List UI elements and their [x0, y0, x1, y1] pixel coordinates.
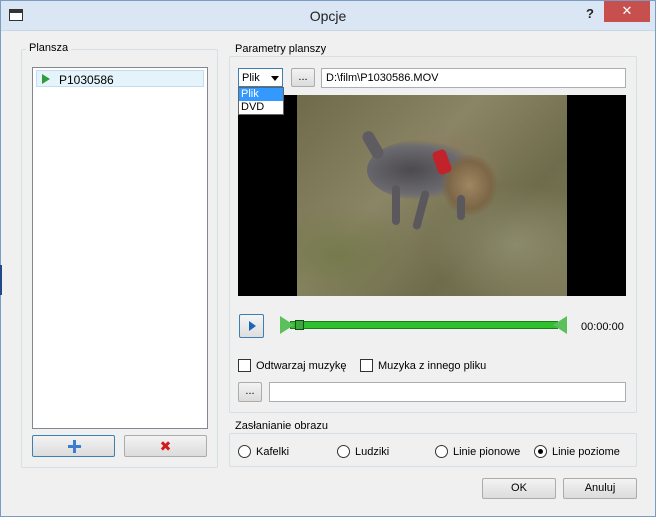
board-list[interactable]: P1030586	[32, 67, 208, 429]
remove-board-button[interactable]: ✖	[124, 435, 207, 457]
radio-kafelki[interactable]	[238, 445, 251, 458]
range-start-handle[interactable]	[280, 316, 294, 334]
play-button[interactable]	[239, 314, 264, 338]
close-button[interactable]: ✕	[604, 1, 650, 22]
timeline-track[interactable]	[290, 321, 558, 329]
plus-icon	[67, 440, 81, 453]
params-group-title: Parametry planszy	[232, 43, 330, 55]
timeline-slider[interactable]	[280, 314, 568, 336]
video-frame	[297, 95, 567, 296]
source-dropdown: Plik DVD	[238, 87, 284, 115]
list-item[interactable]: P1030586	[36, 70, 204, 87]
music-other-file-label[interactable]: Muzyka z innego pliku	[378, 360, 486, 372]
music-other-file-checkbox[interactable]	[360, 359, 373, 372]
cover-group-title: Zasłanianie obrazu	[232, 420, 331, 432]
radio-linie-poziome[interactable]	[534, 445, 547, 458]
cancel-button[interactable]: Anuluj	[563, 478, 637, 499]
time-readout: 00:00:00	[581, 321, 624, 333]
dog-leg	[392, 185, 400, 225]
radio-linie-poziome-label[interactable]: Linie poziome	[552, 446, 620, 458]
radio-ludziki[interactable]	[337, 445, 350, 458]
playhead-thumb[interactable]	[295, 320, 304, 330]
radio-linie-pionowe-label[interactable]: Linie pionowe	[453, 446, 520, 458]
dog-tail	[360, 129, 386, 161]
dropdown-option-dvd[interactable]: DVD	[239, 101, 283, 114]
radio-ludziki-label[interactable]: Ludziki	[355, 446, 389, 458]
source-combo[interactable]: Plik	[238, 68, 283, 87]
window-edge-marker	[0, 265, 2, 295]
add-board-button[interactable]	[32, 435, 115, 457]
radio-kafelki-label[interactable]: Kafelki	[256, 446, 289, 458]
browse-file-button[interactable]: ...	[291, 68, 315, 87]
video-preview	[238, 95, 626, 296]
file-path-field[interactable]: D:\film\P1030586.MOV	[321, 68, 626, 88]
board-group-title: Plansza	[26, 42, 72, 54]
range-end-handle[interactable]	[553, 316, 567, 334]
play-music-checkbox[interactable]	[238, 359, 251, 372]
window-title: Opcje	[309, 8, 347, 24]
dog-leg	[457, 195, 465, 220]
dropdown-option-plik[interactable]: Plik	[239, 88, 283, 101]
play-music-label[interactable]: Odtwarzaj muzykę	[256, 360, 346, 372]
play-icon	[249, 321, 256, 331]
help-button[interactable]: ?	[580, 5, 600, 25]
x-icon: ✖	[159, 438, 172, 454]
chevron-down-icon	[271, 76, 279, 81]
title-bar[interactable]: Opcje ? ✕	[1, 1, 655, 31]
options-dialog: Opcje ? ✕ Plansza P1030586 ✖ Parametry p…	[0, 0, 656, 517]
play-icon	[42, 74, 50, 84]
source-combo-value: Plik	[242, 72, 260, 84]
radio-linie-pionowe[interactable]	[435, 445, 448, 458]
music-path-field[interactable]	[269, 382, 626, 402]
ok-button[interactable]: OK	[482, 478, 556, 499]
list-item-label: P1030586	[59, 73, 114, 87]
browse-music-button[interactable]: ...	[238, 382, 262, 402]
